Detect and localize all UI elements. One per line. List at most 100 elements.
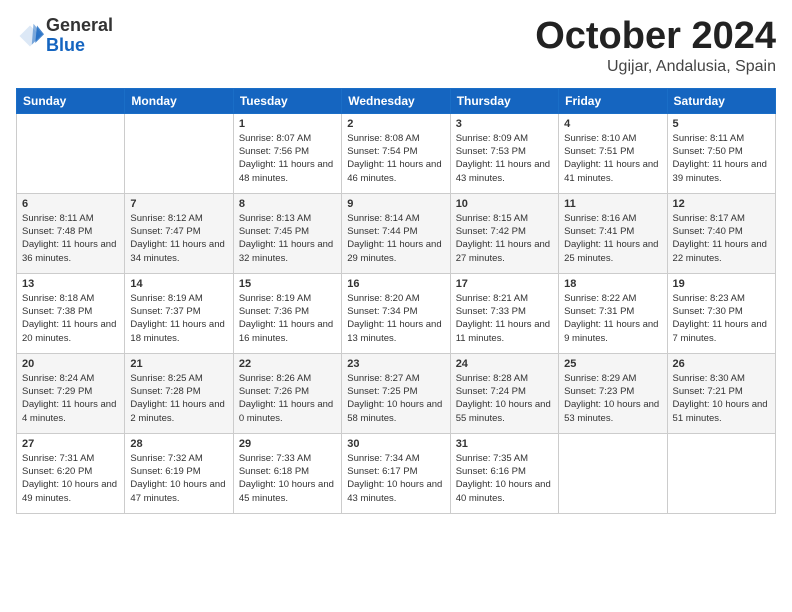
- cell-content: Sunrise: 8:24 AM Sunset: 7:29 PM Dayligh…: [22, 372, 119, 425]
- calendar-cell: 24 Sunrise: 8:28 AM Sunset: 7:24 PM Dayli…: [450, 353, 558, 433]
- calendar-cell: 20Sunrise: 8:24 AM Sunset: 7:29 PM Dayli…: [17, 353, 125, 433]
- location-subtitle: Ugijar, Andalusia, Spain: [535, 58, 776, 76]
- calendar-cell: 13 Sunrise: 8:18 AM Sunset: 7:38 PM Dayli…: [17, 273, 125, 353]
- calendar-week-row: 20Sunrise: 8:24 AM Sunset: 7:29 PM Dayli…: [17, 353, 776, 433]
- cell-content: Sunrise: 8:19 AM Sunset: 7:36 PM Dayligh…: [239, 292, 336, 345]
- calendar-cell: 5 Sunrise: 8:11 AM Sunset: 7:50 PM Daylig…: [667, 113, 775, 193]
- cell-content: Sunrise: 8:17 AM Sunset: 7:40 PM Dayligh…: [673, 212, 770, 265]
- calendar-cell: 6 Sunrise: 8:11 AM Sunset: 7:48 PM Daylig…: [17, 193, 125, 273]
- date-number: 7: [130, 198, 227, 210]
- calendar-cell: 17Sunrise: 8:21 AM Sunset: 7:33 PM Dayli…: [450, 273, 558, 353]
- cell-content: Sunrise: 8:08 AM Sunset: 7:54 PM Dayligh…: [347, 132, 444, 185]
- calendar-cell: 1 Sunrise: 8:07 AM Sunset: 7:56 PM Daylig…: [233, 113, 341, 193]
- cell-content: Sunrise: 8:18 AM Sunset: 7:38 PM Dayligh…: [22, 292, 119, 345]
- day-header-wednesday: Wednesday: [342, 88, 450, 113]
- date-number: 22: [239, 358, 336, 370]
- calendar-cell: 12Sunrise: 8:17 AM Sunset: 7:40 PM Dayli…: [667, 193, 775, 273]
- calendar-week-row: 27Sunrise: 7:31 AM Sunset: 6:20 PM Dayli…: [17, 433, 776, 513]
- date-number: 23: [347, 358, 444, 370]
- date-number: 3: [456, 118, 553, 130]
- date-number: 6: [22, 198, 119, 210]
- cell-content: Sunrise: 8:10 AM Sunset: 7:51 PM Dayligh…: [564, 132, 661, 185]
- logo-blue-text: Blue: [46, 35, 85, 55]
- date-number: 2: [347, 118, 444, 130]
- logo-general-text: General: [46, 15, 113, 35]
- calendar-cell: [667, 433, 775, 513]
- calendar-body: 1 Sunrise: 8:07 AM Sunset: 7:56 PM Daylig…: [17, 113, 776, 513]
- calendar-cell: 4 Sunrise: 8:10 AM Sunset: 7:51 PM Daylig…: [559, 113, 667, 193]
- cell-content: Sunrise: 8:12 AM Sunset: 7:47 PM Dayligh…: [130, 212, 227, 265]
- day-header-monday: Monday: [125, 88, 233, 113]
- day-headers-row: SundayMondayTuesdayWednesdayThursdayFrid…: [17, 88, 776, 113]
- calendar-cell: 3 Sunrise: 8:09 AM Sunset: 7:53 PM Daylig…: [450, 113, 558, 193]
- date-number: 8: [239, 198, 336, 210]
- date-number: 10: [456, 198, 553, 210]
- calendar-cell: 8 Sunrise: 8:13 AM Sunset: 7:45 PM Daylig…: [233, 193, 341, 273]
- cell-content: Sunrise: 8:09 AM Sunset: 7:53 PM Dayligh…: [456, 132, 553, 185]
- cell-content: Sunrise: 7:31 AM Sunset: 6:20 PM Dayligh…: [22, 452, 119, 505]
- calendar-cell: 31 Sunrise: 7:35 AM Sunset: 6:16 PM Dayli…: [450, 433, 558, 513]
- date-number: 19: [673, 278, 770, 290]
- cell-content: Sunrise: 8:16 AM Sunset: 7:41 PM Dayligh…: [564, 212, 661, 265]
- calendar-cell: 27Sunrise: 7:31 AM Sunset: 6:20 PM Dayli…: [17, 433, 125, 513]
- calendar-week-row: 1 Sunrise: 8:07 AM Sunset: 7:56 PM Daylig…: [17, 113, 776, 193]
- calendar-cell: 19 Sunrise: 8:23 AM Sunset: 7:30 PM Dayli…: [667, 273, 775, 353]
- calendar-cell: 25 Sunrise: 8:29 AM Sunset: 7:23 PM Dayli…: [559, 353, 667, 433]
- date-number: 1: [239, 118, 336, 130]
- logo-icon: [16, 22, 44, 50]
- cell-content: Sunrise: 8:07 AM Sunset: 7:56 PM Dayligh…: [239, 132, 336, 185]
- calendar-cell: 28 Sunrise: 7:32 AM Sunset: 6:19 PM Dayli…: [125, 433, 233, 513]
- cell-content: Sunrise: 8:25 AM Sunset: 7:28 PM Dayligh…: [130, 372, 227, 425]
- date-number: 28: [130, 438, 227, 450]
- calendar-week-row: 6 Sunrise: 8:11 AM Sunset: 7:48 PM Daylig…: [17, 193, 776, 273]
- cell-content: Sunrise: 8:11 AM Sunset: 7:48 PM Dayligh…: [22, 212, 119, 265]
- cell-content: Sunrise: 8:11 AM Sunset: 7:50 PM Dayligh…: [673, 132, 770, 185]
- cell-content: Sunrise: 8:28 AM Sunset: 7:24 PM Dayligh…: [456, 372, 553, 425]
- cell-content: Sunrise: 7:33 AM Sunset: 6:18 PM Dayligh…: [239, 452, 336, 505]
- day-header-friday: Friday: [559, 88, 667, 113]
- day-header-thursday: Thursday: [450, 88, 558, 113]
- page-header: General Blue October 2024 Ugijar, Andalu…: [16, 16, 776, 76]
- date-number: 29: [239, 438, 336, 450]
- calendar-cell: [17, 113, 125, 193]
- cell-content: Sunrise: 8:13 AM Sunset: 7:45 PM Dayligh…: [239, 212, 336, 265]
- calendar-cell: 21Sunrise: 8:25 AM Sunset: 7:28 PM Dayli…: [125, 353, 233, 433]
- date-number: 18: [564, 278, 661, 290]
- date-number: 5: [673, 118, 770, 130]
- calendar-cell: 26Sunrise: 8:30 AM Sunset: 7:21 PM Dayli…: [667, 353, 775, 433]
- calendar-cell: 23 Sunrise: 8:27 AM Sunset: 7:25 PM Dayli…: [342, 353, 450, 433]
- calendar-week-row: 13 Sunrise: 8:18 AM Sunset: 7:38 PM Dayli…: [17, 273, 776, 353]
- date-number: 11: [564, 198, 661, 210]
- date-number: 25: [564, 358, 661, 370]
- calendar-cell: [125, 113, 233, 193]
- calendar-cell: 15 Sunrise: 8:19 AM Sunset: 7:36 PM Dayli…: [233, 273, 341, 353]
- day-header-sunday: Sunday: [17, 88, 125, 113]
- cell-content: Sunrise: 8:22 AM Sunset: 7:31 PM Dayligh…: [564, 292, 661, 345]
- calendar-cell: 7 Sunrise: 8:12 AM Sunset: 7:47 PM Daylig…: [125, 193, 233, 273]
- calendar-cell: 14 Sunrise: 8:19 AM Sunset: 7:37 PM Dayli…: [125, 273, 233, 353]
- calendar-cell: 10 Sunrise: 8:15 AM Sunset: 7:42 PM Dayli…: [450, 193, 558, 273]
- calendar-cell: 2 Sunrise: 8:08 AM Sunset: 7:54 PM Daylig…: [342, 113, 450, 193]
- date-number: 30: [347, 438, 444, 450]
- cell-content: Sunrise: 7:32 AM Sunset: 6:19 PM Dayligh…: [130, 452, 227, 505]
- cell-content: Sunrise: 8:19 AM Sunset: 7:37 PM Dayligh…: [130, 292, 227, 345]
- cell-content: Sunrise: 8:15 AM Sunset: 7:42 PM Dayligh…: [456, 212, 553, 265]
- date-number: 24: [456, 358, 553, 370]
- calendar-cell: 29 Sunrise: 7:33 AM Sunset: 6:18 PM Dayli…: [233, 433, 341, 513]
- cell-content: Sunrise: 7:35 AM Sunset: 6:16 PM Dayligh…: [456, 452, 553, 505]
- cell-content: Sunrise: 8:23 AM Sunset: 7:30 PM Dayligh…: [673, 292, 770, 345]
- date-number: 4: [564, 118, 661, 130]
- date-number: 13: [22, 278, 119, 290]
- cell-content: Sunrise: 8:27 AM Sunset: 7:25 PM Dayligh…: [347, 372, 444, 425]
- calendar-cell: 16Sunrise: 8:20 AM Sunset: 7:34 PM Dayli…: [342, 273, 450, 353]
- date-number: 14: [130, 278, 227, 290]
- date-number: 31: [456, 438, 553, 450]
- date-number: 15: [239, 278, 336, 290]
- calendar-cell: 9Sunrise: 8:14 AM Sunset: 7:44 PM Daylig…: [342, 193, 450, 273]
- date-number: 26: [673, 358, 770, 370]
- calendar-cell: 18 Sunrise: 8:22 AM Sunset: 7:31 PM Dayli…: [559, 273, 667, 353]
- title-block: October 2024 Ugijar, Andalusia, Spain: [535, 16, 776, 76]
- calendar-cell: 30Sunrise: 7:34 AM Sunset: 6:17 PM Dayli…: [342, 433, 450, 513]
- cell-content: Sunrise: 8:29 AM Sunset: 7:23 PM Dayligh…: [564, 372, 661, 425]
- date-number: 9: [347, 198, 444, 210]
